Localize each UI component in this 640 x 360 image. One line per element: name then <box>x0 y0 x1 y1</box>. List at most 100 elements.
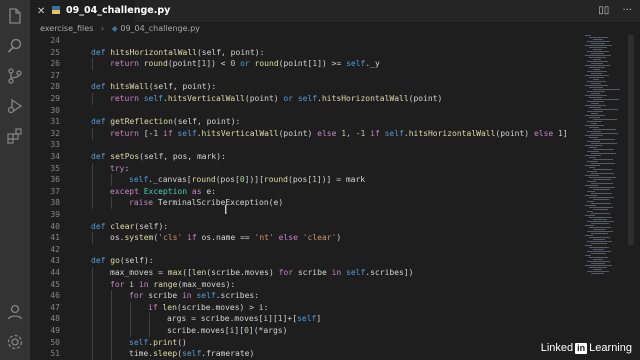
code-text: max_moves = max([len(scribe.moves) for s… <box>110 267 413 279</box>
line-number: 51 <box>50 349 60 359</box>
indent-guide <box>111 301 112 314</box>
line-number: 46 <box>50 291 60 301</box>
minimap-line <box>589 87 603 88</box>
chevron-right-icon: › <box>100 24 105 33</box>
code-token: ])] = mark <box>316 175 366 185</box>
code-line[interactable]: 36 self._canvas[round(pos[0])][round(pos[… <box>30 174 585 187</box>
code-line[interactable]: 35 try: <box>30 162 585 175</box>
code-line[interactable]: 26 return round(point[1]) < 0 or round(po… <box>30 58 585 71</box>
code-text: def hitsHorizontalWall(self, point): <box>91 47 264 59</box>
line-number: 37 <box>50 186 60 196</box>
settings-icon[interactable] <box>6 333 24 351</box>
code-token: return <box>110 94 144 103</box>
code-line[interactable]: 43 def go(self): <box>30 255 585 267</box>
minimap-line <box>591 263 605 264</box>
code-line[interactable]: 42 <box>30 244 585 256</box>
split-editor-icon[interactable]: ▯▯ <box>598 5 609 16</box>
minimap-line <box>591 153 616 154</box>
minimap-line <box>585 225 594 226</box>
minimap-line <box>589 217 612 218</box>
minimap-line <box>585 105 606 106</box>
code-line[interactable]: 39 <box>30 209 585 221</box>
minimap-line <box>585 45 612 46</box>
code-line[interactable]: 28 def hitsWall(self, point): <box>30 81 585 93</box>
code-token: : <box>124 163 130 173</box>
line-number: 39 <box>50 210 60 219</box>
code-token: for <box>278 268 298 277</box>
minimap-line <box>587 171 597 172</box>
python-file-icon <box>52 6 60 14</box>
code-line[interactable]: 41 os.system('cls' if os.name == 'nt' els… <box>30 232 585 245</box>
code-token: ]) >= <box>317 59 347 69</box>
minimap-line <box>585 265 612 266</box>
code-text: except Exception as e: <box>110 186 216 198</box>
files-icon[interactable] <box>6 7 24 25</box>
breadcrumb-file[interactable]: 09_04_challenge.py <box>120 24 200 33</box>
minimap-line <box>589 167 595 168</box>
minimap-line <box>593 169 612 170</box>
code-line[interactable]: 47 if len(scribe.moves) > i: <box>30 301 585 314</box>
minimap-line <box>591 113 598 114</box>
line-number: 49 <box>50 326 60 335</box>
code-line[interactable]: 38 raise TerminalScribeException(e) <box>30 197 585 210</box>
code-token: (point) <box>244 94 284 103</box>
minimap-line <box>585 245 592 246</box>
source-control-icon[interactable] <box>6 67 24 85</box>
code-token: def <box>91 152 111 161</box>
minimap-line <box>585 175 599 176</box>
code-line[interactable]: 45 for i in range(max_moves): <box>30 278 585 291</box>
extensions-icon[interactable] <box>6 127 24 145</box>
minimap-line <box>593 109 618 110</box>
code-line[interactable]: 51 time.sleep(self.framerate) <box>30 348 585 360</box>
code-token: as <box>187 186 207 196</box>
minimap-line <box>585 215 595 216</box>
minimap-line <box>587 61 608 62</box>
code-line[interactable]: 27 <box>30 70 585 82</box>
code-line[interactable]: 30 <box>30 105 585 117</box>
code-text: return round(point[1]) < 0 or round(poin… <box>110 58 380 70</box>
code-line[interactable]: 40 def clear(self): <box>30 221 585 233</box>
code-token: () <box>177 337 187 347</box>
code-token: sleep <box>153 349 178 359</box>
minimap-line <box>591 233 608 234</box>
code-line[interactable]: 32 return [-1 if self.hitsVerticalWall(po… <box>30 127 585 140</box>
account-icon[interactable] <box>6 303 24 321</box>
code-line[interactable]: 48 args = scribe.moves[i][1]+[self] <box>30 313 585 326</box>
tab-09-04-challenge[interactable]: ✕ 09_04_challenge.py <box>30 0 170 23</box>
run-debug-icon[interactable] <box>6 97 24 115</box>
code-line[interactable]: 31 def getReflection(self, point): <box>30 116 585 128</box>
code-line[interactable]: 24 <box>30 35 585 47</box>
code-line[interactable]: 44 max_moves = max([len(scribe.moves) for… <box>30 267 585 279</box>
code-line[interactable]: 33 <box>30 139 585 151</box>
minimap[interactable] <box>583 35 625 285</box>
line-number: 35 <box>50 163 60 173</box>
code-text: def setPos(self, pos, mark): <box>91 151 226 163</box>
minimap-line <box>587 221 614 222</box>
close-icon[interactable]: ✕ <box>37 6 45 18</box>
line-number: 40 <box>50 221 60 231</box>
minimap-line <box>593 39 603 40</box>
code-line[interactable]: 25 def hitsHorizontalWall(self, point): <box>30 47 585 59</box>
line-number: 34 <box>50 152 60 161</box>
code-editor[interactable]: 24 25 def hitsHorizontalWall(self, point):… <box>30 35 585 360</box>
code-line[interactable]: 37 except Exception as e: <box>30 185 585 198</box>
code-line[interactable]: 49 scribe.moves[i][0](*args) <box>30 325 585 337</box>
indent-guide <box>92 313 93 326</box>
vertical-scrollbar[interactable] <box>628 35 634 245</box>
indent-guide <box>111 325 112 337</box>
code-token: if <box>365 128 385 138</box>
minimap-line <box>591 163 615 164</box>
minimap-line <box>585 85 608 86</box>
minimap-line <box>587 101 604 102</box>
more-actions-icon[interactable]: ··· <box>622 5 632 16</box>
minimap-line <box>589 107 601 108</box>
minimap-line <box>593 149 614 150</box>
code-line[interactable]: 34 def setPos(self, pos, mark): <box>30 151 585 163</box>
search-icon[interactable] <box>6 37 24 55</box>
code-line[interactable]: 46 for scribe in self.scribes: <box>30 290 585 303</box>
code-text: if len(scribe.moves) > i: <box>148 302 268 314</box>
code-token: Exception <box>143 186 188 196</box>
code-line[interactable]: 29 return self.hitsVerticalWall(point) or… <box>30 93 585 105</box>
breadcrumb-folder[interactable]: exercise_files <box>40 24 93 33</box>
code-line[interactable]: 50 self.print() <box>30 336 585 349</box>
